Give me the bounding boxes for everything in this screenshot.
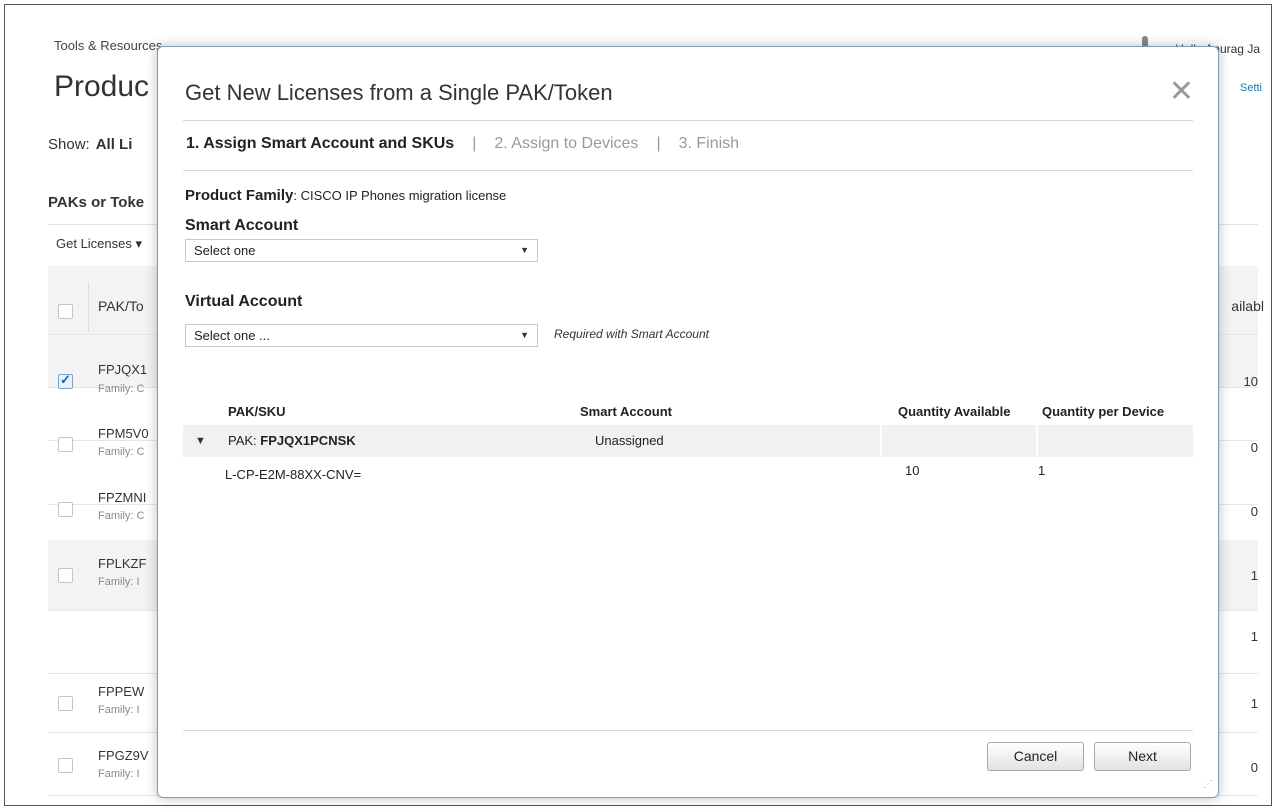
column-header-pak[interactable]: PAK/To	[98, 298, 144, 314]
row-available: 1	[1250, 629, 1258, 644]
pak-id: FPJQX1PCNSK	[260, 433, 356, 448]
step-separator: |	[656, 135, 661, 152]
step-assign-to-devices[interactable]: 2. Assign to Devices	[494, 135, 638, 152]
user-icon	[1142, 36, 1148, 46]
row-available: 0	[1250, 760, 1258, 775]
show-filter[interactable]: Show: All Li	[48, 136, 132, 153]
next-button[interactable]: Next	[1094, 742, 1191, 771]
settings-link[interactable]: Setti	[1240, 82, 1262, 94]
product-family-label: Product Family	[185, 187, 294, 204]
column-header-available[interactable]: ailabl	[1231, 298, 1264, 314]
divider	[880, 425, 882, 457]
breadcrumb[interactable]: Tools & Resources	[54, 38, 162, 53]
step-finish[interactable]: 3. Finish	[679, 135, 739, 152]
column-header-pak-sku: PAK/SKU	[228, 404, 286, 419]
page-title: Produc	[54, 70, 150, 103]
column-header-quantity-per-device: Quantity per Device	[1042, 404, 1165, 419]
row-pak[interactable]: FPZMNI	[98, 490, 146, 505]
row-checkbox[interactable]	[58, 502, 73, 517]
row-pak[interactable]: FPJQX1	[98, 362, 147, 377]
column-header-quantity-available: Quantity Available	[898, 404, 1011, 419]
product-family-value: : CISCO IP Phones migration license	[293, 188, 507, 203]
row-family: Family: I	[98, 768, 140, 780]
row-available: 1	[1250, 568, 1258, 583]
dialog-title: Get New Licenses from a Single PAK/Token	[185, 80, 613, 105]
row-pak[interactable]: FPGZ9V	[98, 748, 149, 763]
sku-name: L-CP-E2M-88XX-CNV=	[225, 467, 362, 482]
row-checkbox[interactable]	[58, 696, 73, 711]
get-licenses-dialog: Get New Licenses from a Single PAK/Token…	[157, 46, 1219, 798]
row-family: Family: C	[98, 510, 145, 522]
virtual-account-hint: Required with Smart Account	[554, 327, 709, 341]
pak-prefix: PAK:	[228, 433, 261, 448]
row-pak[interactable]: FPM5V0	[98, 426, 149, 441]
collapse-triangle-icon[interactable]: ▼	[195, 435, 206, 447]
virtual-account-label: Virtual Account	[185, 293, 303, 310]
resize-grip-icon[interactable]: ⋰	[1203, 780, 1215, 794]
row-checkbox[interactable]	[58, 568, 73, 583]
divider	[183, 170, 1193, 171]
sku-quantity-available: 10	[905, 463, 920, 478]
pak-smart-account: Unassigned	[595, 433, 664, 448]
smart-account-selected: Select one	[194, 243, 256, 258]
row-family: Family: I	[98, 704, 140, 716]
step-assign-smart-account[interactable]: 1. Assign Smart Account and SKUs	[186, 135, 454, 152]
row-available: 0	[1250, 504, 1258, 519]
step-separator: |	[472, 135, 477, 152]
divider	[183, 730, 1193, 731]
row-available: 10	[1243, 374, 1258, 389]
wizard-steps: 1. Assign Smart Account and SKUs | 2. Assi…	[186, 135, 739, 153]
show-filter-value[interactable]: All Li	[96, 136, 133, 153]
row-checkbox[interactable]	[58, 372, 73, 389]
smart-account-label: Smart Account	[185, 217, 299, 234]
row-family: Family: I	[98, 576, 140, 588]
cancel-button[interactable]: Cancel	[987, 742, 1084, 771]
chevron-down-icon: ▼	[520, 330, 529, 340]
row-pak[interactable]: FPLKZF	[98, 556, 146, 571]
divider	[1036, 425, 1038, 457]
sku-row: L-CP-E2M-88XX-CNV= 10 1	[183, 459, 1193, 489]
row-available: 1	[1250, 696, 1258, 711]
column-header-smart-account: Smart Account	[580, 404, 672, 419]
chevron-down-icon: ▼	[520, 245, 529, 255]
divider	[183, 120, 1193, 121]
pak-row-label: PAK: FPJQX1PCNSK	[228, 433, 356, 448]
show-filter-label: Show:	[48, 136, 90, 153]
pak-row[interactable]: ▼ PAK: FPJQX1PCNSK Unassigned	[183, 425, 1193, 457]
row-checkbox[interactable]	[58, 437, 73, 452]
product-family: Product Family: CISCO IP Phones migratio…	[185, 187, 506, 204]
virtual-account-selected: Select one ...	[194, 328, 270, 343]
sku-quantity-per-device: 1	[1038, 463, 1046, 478]
virtual-account-select[interactable]: Select one ... ▼	[185, 324, 538, 347]
divider	[88, 282, 89, 332]
row-pak[interactable]: FPPEW	[98, 684, 144, 699]
select-all-checkbox[interactable]	[58, 304, 73, 319]
close-icon[interactable]: ✕	[1169, 77, 1194, 107]
smart-account-select[interactable]: Select one ▼	[185, 239, 538, 262]
get-licenses-menu[interactable]: Get Licenses ▾	[56, 236, 142, 252]
row-checkbox[interactable]	[58, 758, 73, 773]
section-title: PAKs or Toke	[48, 194, 145, 211]
